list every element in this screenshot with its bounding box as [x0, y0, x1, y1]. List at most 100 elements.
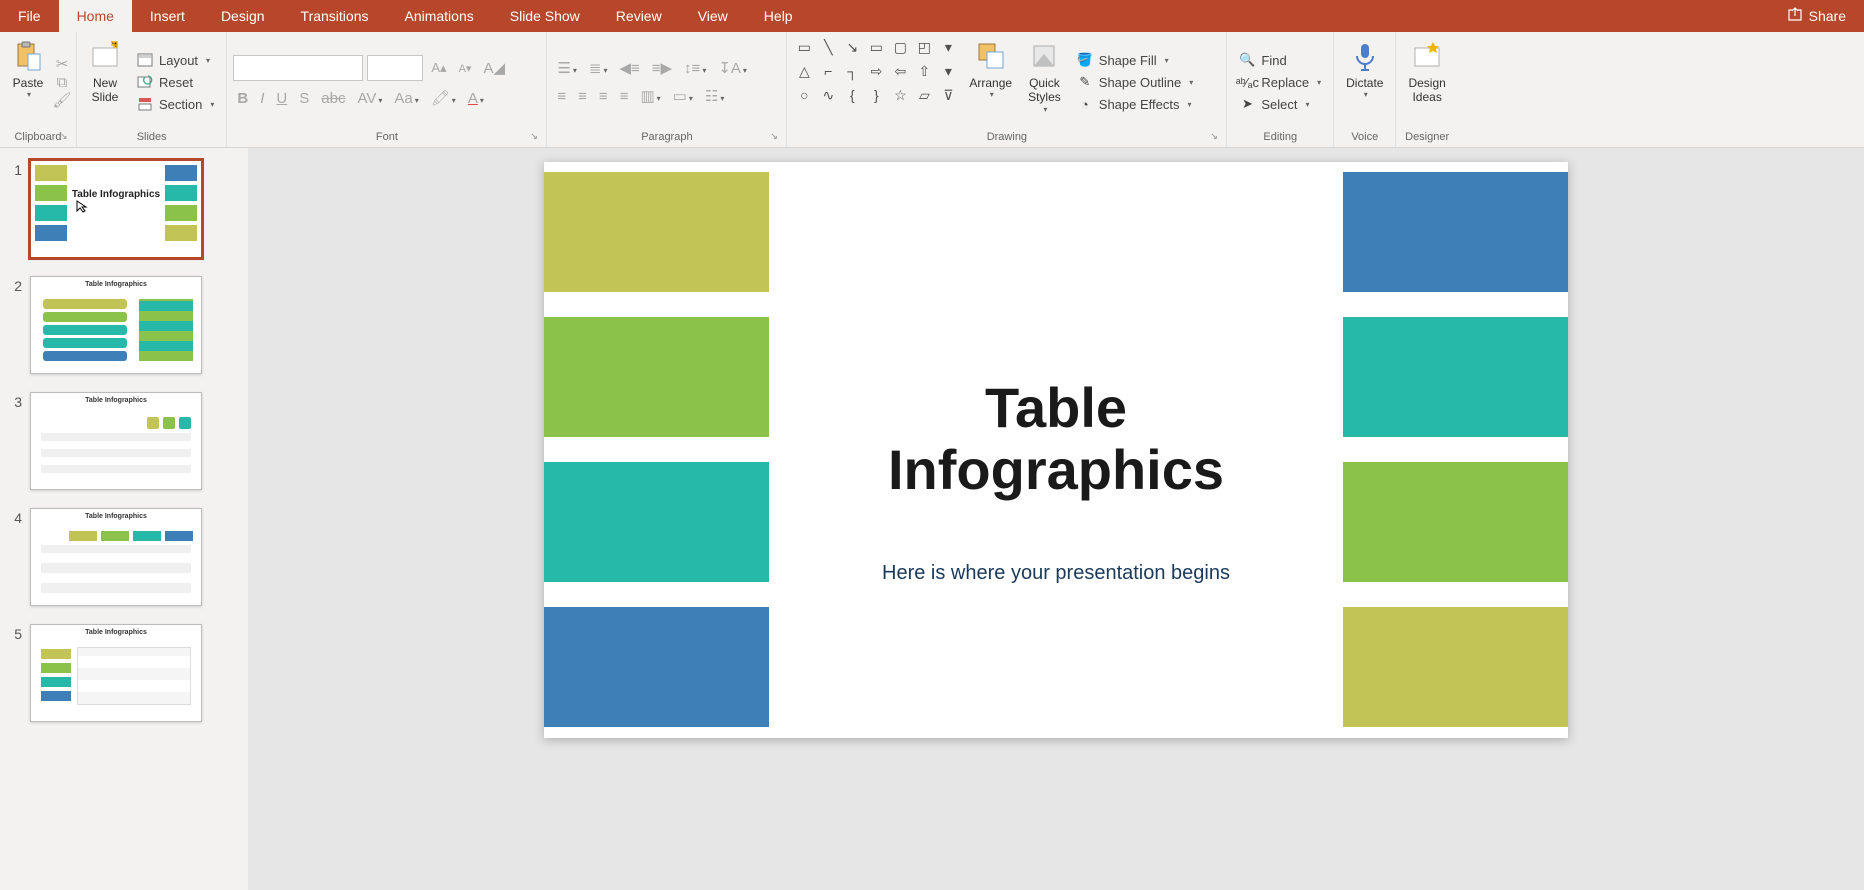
tab-view[interactable]: View [680, 0, 746, 32]
deco-block-right-1[interactable] [1343, 172, 1568, 292]
tab-slideshow[interactable]: Slide Show [492, 0, 598, 32]
shape-curve[interactable]: ∿ [817, 84, 839, 106]
shape-brace-right[interactable]: } [865, 84, 887, 106]
paste-button[interactable]: Paste ▾ [6, 36, 50, 128]
shape-textbox[interactable]: ▭ [793, 36, 815, 58]
align-right-button[interactable]: ≡ [595, 86, 612, 107]
shapes-gallery[interactable]: ▭ ╲ ↘ ▭ ▢ ◰ ▾ △ ⌐ ┐ ⇨ ⇦ ⇧ ▾ ○ ∿ { } ☆ ▱ [793, 36, 959, 128]
slide-canvas-area[interactable]: Table Infographics Here is where your pr… [248, 148, 1864, 890]
character-spacing-button[interactable]: AV▾ [353, 88, 386, 109]
shape-line-arrow[interactable]: ↘ [841, 36, 863, 58]
shape-connector-1[interactable]: ⌐ [817, 60, 839, 82]
change-case-button[interactable]: Aa▾ [390, 88, 422, 109]
align-center-button[interactable]: ≡ [574, 86, 591, 107]
dictate-button[interactable]: Dictate▾ [1340, 36, 1389, 128]
shape-triangle[interactable]: △ [793, 60, 815, 82]
increase-indent-button[interactable]: ≡▶ [648, 57, 676, 79]
new-slide-button[interactable]: New Slide [83, 36, 127, 128]
thumbnail-4[interactable]: Table Infographics [30, 508, 202, 606]
shape-arrow-left[interactable]: ⇦ [889, 60, 911, 82]
slide-title[interactable]: Table Infographics [544, 377, 1568, 500]
shadow-button[interactable]: S [295, 88, 313, 109]
thumbnail-1[interactable]: Table Infographics [30, 160, 202, 258]
tab-home[interactable]: Home [59, 0, 132, 32]
font-family-select[interactable] [233, 55, 363, 81]
decrease-indent-button[interactable]: ◀≡ [615, 57, 643, 79]
italic-button[interactable]: I [256, 88, 268, 109]
deco-block-left-4[interactable] [544, 607, 769, 727]
shape-star[interactable]: ☆ [889, 84, 911, 106]
tab-design[interactable]: Design [203, 0, 283, 32]
shape-more-3[interactable]: ⊽ [937, 84, 959, 106]
underline-button[interactable]: U [272, 88, 291, 109]
font-launcher[interactable]: ↘ [530, 131, 542, 143]
share-button[interactable]: Share [1769, 0, 1864, 32]
slide-subtitle[interactable]: Here is where your presentation begins [544, 562, 1568, 585]
find-button[interactable]: 🔍Find [1233, 50, 1327, 70]
shape-connector-2[interactable]: ┐ [841, 60, 863, 82]
shape-line[interactable]: ╲ [817, 36, 839, 58]
strikethrough-button[interactable]: abc [317, 88, 349, 109]
numbering-button[interactable]: ≣▾ [585, 57, 612, 79]
shape-more-2[interactable]: ▾ [937, 60, 959, 82]
shape-oval[interactable]: ○ [793, 84, 815, 106]
clipboard-launcher[interactable]: ↘ [60, 131, 72, 143]
replace-button[interactable]: ᵃᵇ⁄ₐcReplace▾ [1233, 72, 1327, 92]
tab-insert[interactable]: Insert [132, 0, 203, 32]
arrange-button[interactable]: Arrange▾ [963, 36, 1018, 128]
shape-callout[interactable]: ▱ [913, 84, 935, 106]
tab-file[interactable]: File [0, 0, 59, 32]
justify-button[interactable]: ≡ [616, 86, 633, 107]
tab-transitions[interactable]: Transitions [283, 0, 387, 32]
reset-button[interactable]: Reset [131, 72, 220, 92]
format-painter-icon[interactable]: 🖌 [54, 92, 70, 108]
deco-block-left-1[interactable] [544, 172, 769, 292]
shape-arrow-right[interactable]: ⇨ [865, 60, 887, 82]
align-text-button[interactable]: ▭▾ [669, 85, 697, 107]
copy-icon[interactable]: ⧉ [54, 74, 70, 90]
shape-fill-button[interactable]: 🪣Shape Fill▾ [1071, 50, 1199, 70]
thumbnail-5[interactable]: Table Infographics [30, 624, 202, 722]
line-spacing-button[interactable]: ↕≡▾ [680, 58, 710, 79]
shape-rounded-rect[interactable]: ▢ [889, 36, 911, 58]
tab-help[interactable]: Help [746, 0, 811, 32]
section-button[interactable]: Section▾ [131, 94, 220, 114]
align-left-button[interactable]: ≡ [553, 86, 570, 107]
highlight-button[interactable]: 🖍▾ [427, 87, 460, 109]
group-clipboard: Paste ▾ ✂ ⧉ 🖌 Clipboard ↘ [0, 32, 77, 147]
shape-effects-button[interactable]: ◔Shape Effects▾ [1071, 94, 1199, 114]
shape-rect[interactable]: ▭ [865, 36, 887, 58]
drawing-launcher[interactable]: ↘ [1210, 131, 1222, 143]
bold-button[interactable]: B [233, 88, 252, 109]
shape-snip-rect[interactable]: ◰ [913, 36, 935, 58]
thumbnail-panel[interactable]: 1 Table Infographics 2 Table Infographic… [0, 148, 248, 890]
design-ideas-button[interactable]: Design Ideas [1402, 36, 1451, 128]
shape-arrow-up[interactable]: ⇧ [913, 60, 935, 82]
smartart-button[interactable]: ☷▾ [701, 85, 728, 107]
shape-outline-button[interactable]: ✎Shape Outline▾ [1071, 72, 1199, 92]
tab-animations[interactable]: Animations [386, 0, 491, 32]
arrange-icon [975, 40, 1007, 72]
bullets-button[interactable]: ☰▾ [553, 57, 580, 79]
layout-icon [137, 52, 153, 68]
tab-review[interactable]: Review [598, 0, 680, 32]
group-voice: Dictate▾ Voice [1334, 32, 1396, 147]
text-direction-button[interactable]: ↧A▾ [714, 57, 751, 79]
thumbnail-2[interactable]: Table Infographics [30, 276, 202, 374]
deco-block-right-4[interactable] [1343, 607, 1568, 727]
decrease-font-icon[interactable]: A▾ [455, 60, 476, 77]
cut-icon[interactable]: ✂ [54, 56, 70, 72]
columns-button[interactable]: ▥▾ [636, 85, 664, 107]
shape-more-1[interactable]: ▾ [937, 36, 959, 58]
slide-editor[interactable]: Table Infographics Here is where your pr… [544, 162, 1568, 738]
font-color-button[interactable]: A▾ [464, 88, 488, 109]
layout-button[interactable]: Layout▾ [131, 50, 220, 70]
quick-styles-button[interactable]: Quick Styles▾ [1022, 36, 1067, 128]
select-button[interactable]: ➤Select▾ [1233, 94, 1327, 114]
thumbnail-3[interactable]: Table Infographics [30, 392, 202, 490]
font-size-select[interactable] [367, 55, 423, 81]
clear-formatting-icon[interactable]: A◢ [479, 57, 509, 79]
shape-brace-left[interactable]: { [841, 84, 863, 106]
increase-font-icon[interactable]: A▴ [427, 58, 450, 78]
paragraph-launcher[interactable]: ↘ [770, 131, 782, 143]
